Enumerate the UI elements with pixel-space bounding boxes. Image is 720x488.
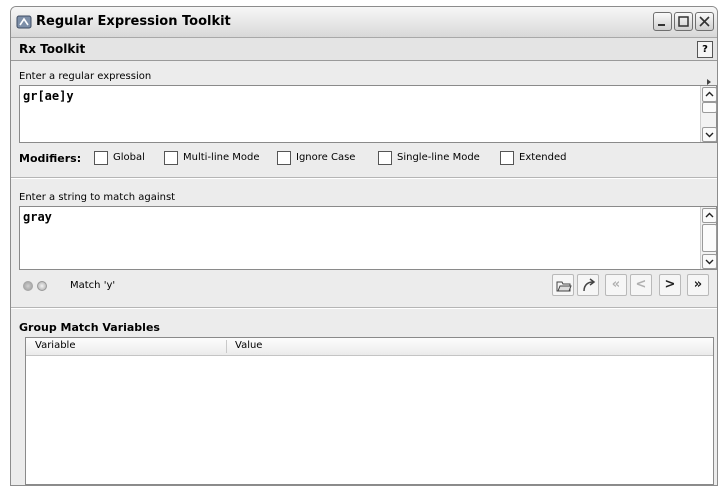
column-header-value[interactable]: Value <box>235 340 262 351</box>
replace-icon <box>583 278 596 292</box>
target-label: Enter a string to match against <box>19 192 176 203</box>
scroll-up-button[interactable] <box>702 208 717 223</box>
app-icon <box>16 15 32 29</box>
regex-scrollbar[interactable] <box>700 86 717 142</box>
open-folder-icon <box>556 281 572 292</box>
checkbox-box[interactable] <box>164 151 178 165</box>
app-window: Regular Expression Toolkit Rx Toolkit ? … <box>10 6 718 486</box>
section-divider <box>11 307 717 309</box>
toolkit-header: Rx Toolkit ? <box>11 38 717 61</box>
title-bar[interactable]: Regular Expression Toolkit <box>11 7 717 38</box>
checkbox-box[interactable] <box>500 151 514 165</box>
group-match-title: Group Match Variables <box>19 321 160 334</box>
open-file-button[interactable] <box>552 274 574 296</box>
next-match-button[interactable]: > <box>659 274 681 296</box>
modifiers-label: Modifiers: <box>19 152 82 165</box>
checkbox-label: Multi-line Mode <box>183 152 260 163</box>
minimize-button[interactable] <box>653 12 672 31</box>
scroll-down-button[interactable] <box>702 254 717 269</box>
table-header: Variable Value <box>26 338 713 356</box>
maximize-icon <box>678 16 689 27</box>
column-header-variable[interactable]: Variable <box>35 340 76 351</box>
match-result-text: Match 'y' <box>70 280 116 291</box>
checkbox-box[interactable] <box>378 151 392 165</box>
previous-match-button[interactable]: < <box>630 274 652 296</box>
regex-input[interactable]: gr[ae]y <box>19 85 717 143</box>
regex-label: Enter a regular expression <box>19 71 152 82</box>
target-value: gray <box>23 210 52 224</box>
scroll-down-button[interactable] <box>702 127 717 142</box>
match-status-icon <box>37 281 47 291</box>
help-icon: ? <box>702 44 708 55</box>
minimize-icon <box>658 24 665 26</box>
chevron-down-icon <box>705 259 714 265</box>
replace-button[interactable] <box>577 274 599 296</box>
section-divider <box>11 177 717 179</box>
checkbox-label: Extended <box>519 152 567 163</box>
chevron-down-icon <box>705 132 714 138</box>
column-separator[interactable] <box>226 340 227 353</box>
scroll-thumb[interactable] <box>702 102 717 113</box>
last-match-button[interactable]: » <box>687 274 709 296</box>
checkbox-label: Ignore Case <box>296 152 356 163</box>
close-button[interactable] <box>695 12 714 31</box>
checkbox-box[interactable] <box>277 151 291 165</box>
chevron-up-icon <box>705 212 714 218</box>
toolkit-title: Rx Toolkit <box>19 42 86 56</box>
regex-value: gr[ae]y <box>23 89 74 103</box>
checkbox-label: Global <box>113 152 145 163</box>
match-status-icon <box>23 281 33 291</box>
scroll-up-button[interactable] <box>702 87 717 102</box>
target-scrollbar[interactable] <box>700 207 717 269</box>
checkbox-box[interactable] <box>94 151 108 165</box>
group-match-table[interactable]: Variable Value <box>25 337 714 485</box>
close-icon <box>699 16 710 27</box>
checkbox-label: Single-line Mode <box>397 152 480 163</box>
maximize-button[interactable] <box>674 12 693 31</box>
help-button[interactable]: ? <box>697 41 713 58</box>
chevron-up-icon <box>705 91 714 97</box>
window-title: Regular Expression Toolkit <box>36 14 231 29</box>
first-match-button[interactable]: « <box>605 274 627 296</box>
target-input[interactable]: gray <box>19 206 717 270</box>
scroll-thumb[interactable] <box>702 224 717 252</box>
